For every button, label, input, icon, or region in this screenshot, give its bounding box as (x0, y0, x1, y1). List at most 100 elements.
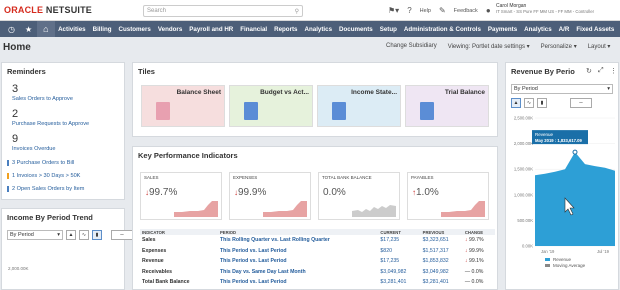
help-link[interactable]: Help (420, 8, 431, 14)
kpi-card[interactable]: SALES ↓99.7% (140, 172, 222, 220)
cell-previous[interactable]: $1,853,832 (421, 256, 463, 267)
cell-period[interactable]: This Period vs. Last Period (218, 246, 378, 257)
cell-previous[interactable]: $3,281,401 (421, 277, 463, 288)
kpi-card[interactable]: EXPENSES ↓99.9% (229, 172, 311, 220)
nav-item[interactable]: Documents (336, 26, 377, 33)
nav-item[interactable]: Payments (484, 26, 520, 33)
nav-item[interactable]: Analytics (521, 26, 556, 33)
nav-item[interactable]: Setup (376, 26, 400, 33)
cell-current[interactable]: $3,281,401 (378, 277, 420, 288)
cell-previous[interactable]: $3,049,982 (421, 267, 463, 278)
tile-label: Income State... (351, 89, 397, 96)
reminder-link[interactable]: 1 Invoices > 30 Days > 50K (12, 173, 80, 179)
report-icon (244, 102, 258, 120)
tiles-title: Tiles (138, 67, 155, 76)
feedback-icon[interactable]: ✎ (439, 6, 446, 15)
tile[interactable]: Budget vs Act... (229, 85, 313, 127)
nav-item[interactable]: Payroll and HR (186, 26, 237, 33)
home-icon[interactable]: ⌂ (37, 21, 55, 37)
reminder-label[interactable]: Invoices Overdue (12, 146, 56, 152)
bar-chart-button[interactable]: ▮ (537, 98, 547, 108)
area-chart-button[interactable]: ▲ (511, 98, 521, 108)
reminder-count[interactable]: 9 (12, 133, 18, 145)
line-chart-button[interactable]: ∿ (524, 98, 534, 108)
kpi-card[interactable]: TOTAL BANK BALANCE 0.0% (318, 172, 400, 220)
reminder-count[interactable]: 2 (12, 108, 18, 120)
nav-item[interactable]: Billing (89, 26, 115, 33)
x-tick-label: Jan '19 (541, 249, 555, 254)
search-input[interactable]: Search ⚲ (143, 5, 303, 17)
reminder-count[interactable]: 3 (12, 83, 18, 95)
kpi-label: SALES (144, 175, 159, 180)
reminder-link[interactable]: 3 Purchase Orders to Bill (12, 160, 74, 166)
revenue-period-select[interactable]: By Period ▾ (511, 84, 613, 94)
nav-item[interactable]: Administration & Controls (400, 26, 484, 33)
table-row: Sales This Rolling Quarter vs. Last Rolli… (140, 235, 495, 246)
bar-chart-button[interactable]: ▮ (92, 230, 102, 240)
reminder-link[interactable]: 2 Open Sales Orders by Item (12, 186, 84, 192)
change-value: 99.9% (468, 247, 484, 254)
kpi-label: TOTAL BANK BALANCE (322, 175, 372, 180)
refresh-icon[interactable]: ↻ (586, 67, 592, 75)
period-select[interactable]: By Period ▾ (7, 230, 63, 240)
nav-item[interactable]: Fixed Assets (573, 26, 618, 33)
chevron-down-icon: ▾ (57, 232, 60, 238)
help-icon[interactable]: ? (407, 6, 411, 15)
revenue-chart: 2,500.00K 2,000.00K 1,500.00K 1,000.00K 500.… (514, 116, 615, 268)
reminder-label[interactable]: Sales Orders to Approve (12, 96, 73, 102)
nav-item[interactable]: Reports (271, 26, 301, 33)
cell-period[interactable]: This Day vs. Same Day Last Month (218, 267, 378, 278)
trend-line-button[interactable]: ∽ (111, 230, 133, 240)
cell-indicator: Sales (142, 237, 156, 244)
change-subsidiary-link[interactable]: Change Subsidiary (386, 43, 437, 50)
nav-item[interactable]: Analytics (301, 26, 336, 33)
cell-period[interactable]: This Period vs. Last Period (218, 277, 378, 288)
tile-label: Trial Balance (444, 89, 485, 96)
cell-previous[interactable]: $3,323,651 (421, 235, 463, 246)
kpi-title: Key Performance Indicators (138, 151, 238, 160)
star-icon[interactable]: ★ (20, 25, 37, 34)
nav-item[interactable]: A/R (555, 26, 573, 33)
cell-period[interactable]: This Period vs. Last Period (218, 256, 378, 267)
user-icon[interactable]: ● (486, 6, 491, 15)
user-menu[interactable]: Carol Morgan IT Smart - SS Pure FF MM US… (496, 3, 594, 15)
kpi-table: INDICATOR PERIOD CURRENT PREVIOUS CHANGE Sal… (140, 229, 495, 288)
y-tick-label: 1,500.00K (514, 167, 533, 172)
cell-current[interactable]: $820 (378, 246, 420, 257)
viewing-dropdown[interactable]: Viewing: Portlet date settings ▾ (448, 43, 530, 50)
expand-icon[interactable]: ⤢ (598, 67, 604, 75)
tile[interactable]: Balance Sheet (141, 85, 225, 127)
more-icon[interactable]: ⋮ (610, 67, 617, 75)
main-nav: ◷ ★ ⌂ Activities Billing Customers Vendors P… (0, 21, 620, 37)
feedback-link[interactable]: Feedback (454, 8, 478, 14)
tile[interactable]: Income State... (317, 85, 401, 127)
recent-records-icon[interactable]: ⚑▾ (388, 6, 399, 15)
cell-current[interactable]: $3,049,982 (378, 267, 420, 278)
nav-item[interactable]: Activities (55, 26, 90, 33)
reminder-label[interactable]: Purchase Requests to Approve (12, 121, 89, 127)
nav-item[interactable]: Vendors (154, 26, 185, 33)
viewing-label: Viewing: Portlet date settings (447, 44, 525, 50)
search-placeholder: Search (147, 8, 167, 14)
nav-item[interactable]: Customers (115, 26, 154, 33)
kpi-value: 0.0% (323, 187, 346, 198)
cell-current[interactable]: $17,235 (378, 256, 420, 267)
nav-item[interactable]: Financial (237, 26, 271, 33)
sparkline (441, 201, 485, 217)
table-row: Revenue This Period vs. Last Period $17,23… (140, 256, 495, 267)
trend-line-button[interactable]: ∽ (570, 98, 592, 108)
layout-dropdown[interactable]: Layout ▾ (588, 43, 611, 50)
tile[interactable]: Trial Balance (405, 85, 489, 127)
cell-previous[interactable]: $1,517,317 (421, 246, 463, 257)
kpi-card[interactable]: PAYABLES ↑1.0% (407, 172, 489, 220)
cell-period[interactable]: This Rolling Quarter vs. Last Rolling Qu… (218, 235, 378, 246)
recent-icon[interactable]: ◷ (3, 25, 20, 34)
brand-oracle: ORACLE (4, 5, 44, 15)
line-chart-button[interactable]: ∿ (79, 230, 89, 240)
cell-current[interactable]: $17,235 (378, 235, 420, 246)
change-arrow-icon: — (464, 268, 472, 275)
area-chart-button[interactable]: ▲ (66, 230, 76, 240)
netsuite-logo[interactable]: ORACLE NETSUITE (4, 5, 92, 15)
personalize-dropdown[interactable]: Personalize ▾ (541, 43, 577, 50)
table-row: Receivables This Day vs. Same Day Last Mo… (140, 267, 495, 278)
